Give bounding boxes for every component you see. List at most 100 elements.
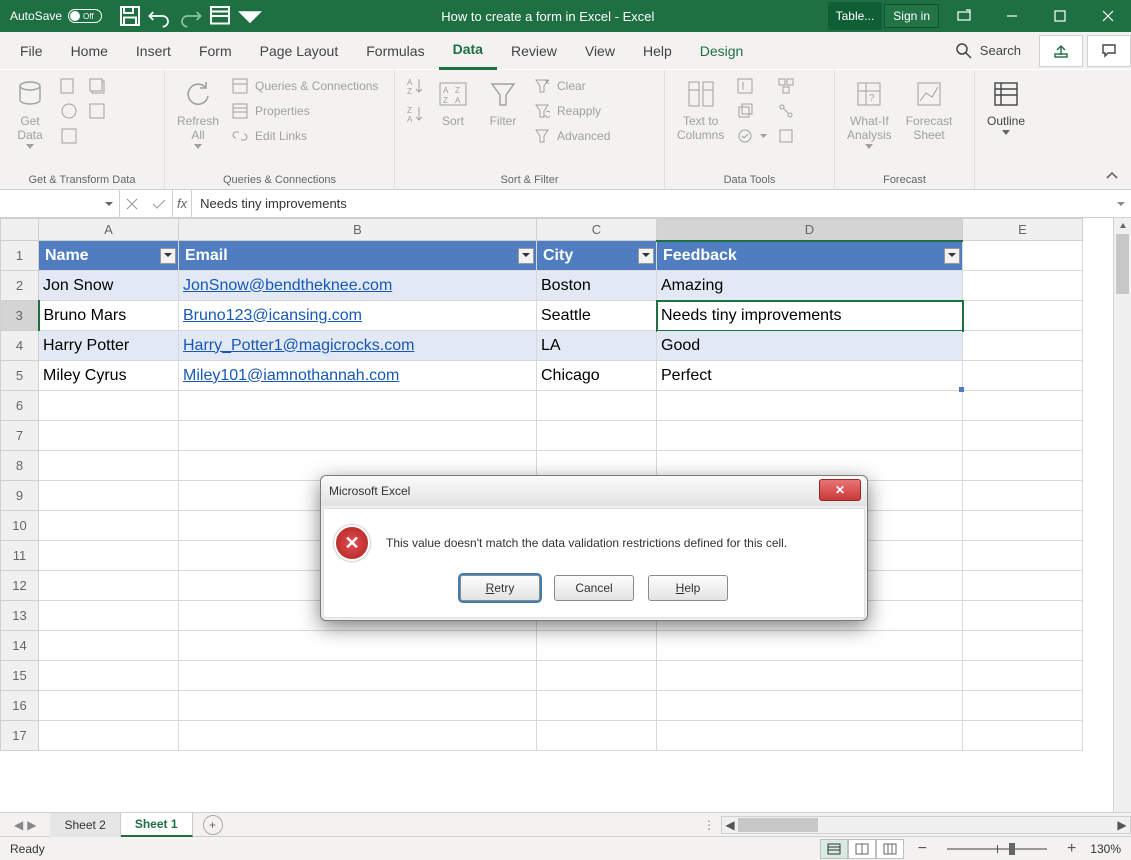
header-feedback[interactable]: Feedback (657, 241, 963, 271)
email-link[interactable]: Miley101@iamnothannah.com (183, 367, 399, 384)
qat-customize-icon[interactable] (238, 4, 262, 28)
text-to-columns-button[interactable]: Text to Columns (673, 74, 728, 144)
cell-name[interactable]: Miley Cyrus (39, 361, 179, 391)
save-icon[interactable] (118, 4, 142, 28)
share-button[interactable] (1039, 35, 1083, 67)
filter-button-email[interactable] (518, 248, 534, 264)
cell-feedback[interactable]: Amazing (657, 271, 963, 301)
cell-feedback[interactable]: Good (657, 331, 963, 361)
cell-name[interactable]: Harry Potter (39, 331, 179, 361)
refresh-all-button[interactable]: Refresh All (173, 74, 223, 151)
queries-connections-button[interactable]: Queries & Connections (229, 74, 380, 98)
cell-email[interactable]: Harry_Potter1@magicrocks.com (179, 331, 537, 361)
maximize-icon[interactable] (1037, 0, 1083, 32)
select-all[interactable] (1, 219, 39, 241)
col-b[interactable]: B (179, 219, 537, 241)
outline-button[interactable]: Outline (983, 74, 1029, 137)
from-db-icon[interactable] (58, 124, 80, 148)
scroll-thumb[interactable] (1116, 234, 1129, 294)
table-tools-tab[interactable]: Table... (828, 2, 883, 30)
scroll-left-icon[interactable]: ◀ (722, 818, 738, 832)
cell-city[interactable]: Boston (537, 271, 657, 301)
properties-button[interactable]: Properties (229, 99, 380, 123)
filter-button[interactable]: Filter (481, 74, 525, 130)
redo-icon[interactable] (178, 4, 202, 28)
what-if-button[interactable]: ? What-If Analysis (843, 74, 896, 151)
zoom-slider[interactable] (947, 848, 1047, 850)
sheet-tab-sheet1[interactable]: Sheet 1 (121, 813, 193, 837)
filter-button-city[interactable] (638, 248, 654, 264)
page-break-view-icon[interactable] (876, 839, 904, 859)
formula-input[interactable]: Needs tiny improvements (192, 190, 1131, 217)
get-data-button[interactable]: Get Data (8, 74, 52, 151)
tab-home[interactable]: Home (57, 32, 122, 70)
sheet-tab-sheet2[interactable]: Sheet 2 (50, 813, 120, 837)
fx-label[interactable]: fx (173, 190, 192, 217)
cell-feedback[interactable]: Needs tiny improvements (657, 301, 963, 331)
email-link[interactable]: Bruno123@icansing.com (183, 307, 362, 324)
tab-help[interactable]: Help (629, 32, 686, 70)
tell-me-search[interactable]: Search (942, 43, 1035, 59)
sort-desc-icon[interactable]: ZA (403, 102, 425, 126)
autosave-toggle[interactable]: AutoSave Off (0, 9, 112, 23)
tab-insert[interactable]: Insert (122, 32, 185, 70)
cell-feedback[interactable]: Perfect (657, 361, 963, 391)
scroll-up-icon[interactable] (1114, 218, 1131, 234)
minimize-icon[interactable] (989, 0, 1035, 32)
dialog-close-button[interactable]: ✕ (819, 479, 861, 501)
from-web-icon[interactable] (58, 99, 80, 123)
data-model-icon[interactable] (775, 124, 797, 148)
sheet-next-icon[interactable]: ▶ (27, 818, 36, 832)
cell-email[interactable]: JonSnow@bendtheknee.com (179, 271, 537, 301)
flash-fill-icon[interactable] (734, 74, 769, 98)
header-email[interactable]: Email (179, 241, 537, 271)
sort-button[interactable]: AZZA Sort (431, 74, 475, 130)
edit-links-button[interactable]: Edit Links (229, 124, 380, 148)
sort-asc-icon[interactable]: AZ (403, 74, 425, 98)
cell-name[interactable]: Bruno Mars (39, 301, 179, 331)
tab-form[interactable]: Form (185, 32, 246, 70)
comments-button[interactable] (1087, 35, 1131, 67)
col-c[interactable]: C (537, 219, 657, 241)
header-city[interactable]: City (537, 241, 657, 271)
dialog-title-bar[interactable]: Microsoft Excel ✕ (321, 476, 867, 506)
cell-email[interactable]: Miley101@iamnothannah.com (179, 361, 537, 391)
filter-button-name[interactable] (160, 248, 176, 264)
page-layout-view-icon[interactable] (848, 839, 876, 859)
undo-icon[interactable] (148, 4, 172, 28)
email-link[interactable]: Harry_Potter1@magicrocks.com (183, 337, 414, 354)
new-sheet-button[interactable]: + (203, 815, 223, 835)
retry-button[interactable]: Retry (460, 575, 540, 601)
tab-review[interactable]: Review (497, 32, 571, 70)
cell-city[interactable]: LA (537, 331, 657, 361)
existing-conn-icon[interactable] (86, 99, 108, 123)
enter-formula-icon[interactable] (152, 198, 166, 210)
forecast-sheet-button[interactable]: Forecast Sheet (902, 74, 957, 144)
cell-city[interactable]: Seattle (537, 301, 657, 331)
tab-formulas[interactable]: Formulas (352, 32, 438, 70)
sheet-prev-icon[interactable]: ◀ (14, 818, 23, 832)
col-e[interactable]: E (963, 219, 1083, 241)
scroll-right-icon[interactable]: ▶ (1114, 818, 1130, 832)
horizontal-scrollbar[interactable]: ◀ ▶ (721, 816, 1131, 834)
clear-button[interactable]: Clear (531, 74, 612, 98)
remove-duplicates-icon[interactable] (734, 99, 769, 123)
cancel-button[interactable]: Cancel (554, 575, 634, 601)
ribbon-options-icon[interactable] (941, 0, 987, 32)
collapse-ribbon-icon[interactable] (1101, 167, 1123, 185)
autosave-switch-off[interactable]: Off (68, 9, 102, 23)
help-button[interactable]: Help (648, 575, 728, 601)
header-name[interactable]: Name (39, 241, 179, 271)
reapply-button[interactable]: Reapply (531, 99, 612, 123)
col-a[interactable]: A (39, 219, 179, 241)
close-icon[interactable] (1085, 0, 1131, 32)
recent-sources-icon[interactable] (86, 74, 108, 98)
normal-view-icon[interactable] (820, 839, 848, 859)
form-icon[interactable] (208, 4, 232, 28)
sign-in-button[interactable]: Sign in (884, 4, 939, 28)
tab-file[interactable]: File (6, 32, 57, 70)
vertical-scrollbar[interactable] (1113, 218, 1131, 812)
zoom-out-button[interactable]: − (914, 840, 931, 858)
zoom-level[interactable]: 130% (1090, 842, 1121, 856)
split-handle-icon[interactable]: ⋮ (697, 818, 721, 832)
